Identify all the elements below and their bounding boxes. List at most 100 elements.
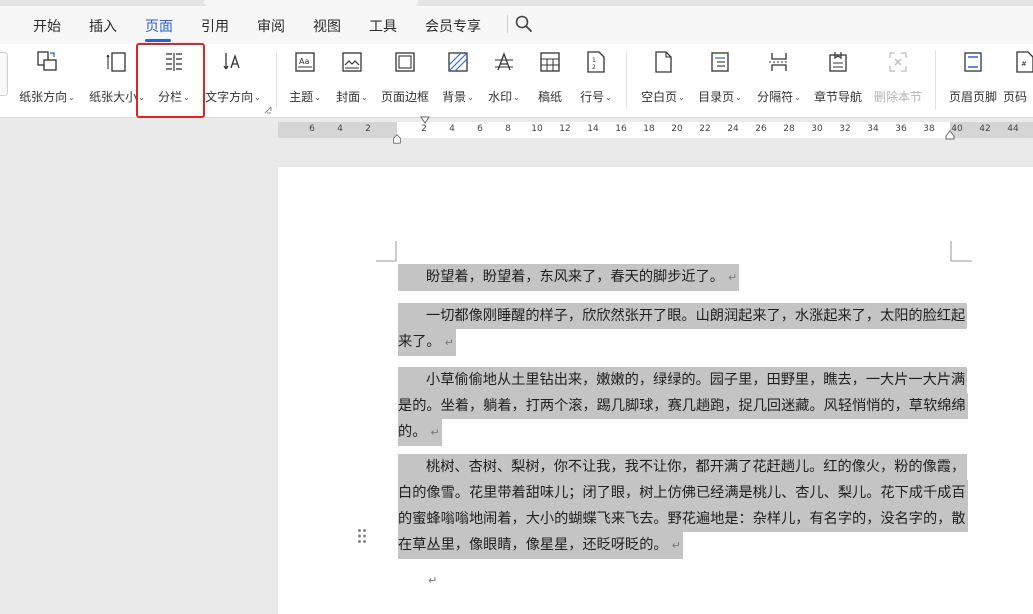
- ruler-number: 30: [811, 124, 823, 134]
- page-size-icon: [106, 52, 126, 72]
- svg-text:#: #: [1021, 60, 1027, 68]
- tab-insert[interactable]: 插入: [89, 16, 117, 36]
- section-nav-button[interactable]: 章节导航: [814, 50, 862, 110]
- text-direction-icon: [223, 53, 240, 70]
- page-number-icon: #: [1016, 51, 1033, 73]
- ruler-number: 42: [979, 124, 991, 134]
- paragraph[interactable]: 一切都像刚睡醒的样子，欣欣然张开了眼。山朗润起来了，水涨起来了，太阳的脸红起 来…: [398, 303, 968, 356]
- ribbon-divider: [935, 50, 936, 110]
- empty-paragraph[interactable]: ↵: [424, 567, 977, 593]
- ruler-number: 26: [755, 124, 767, 134]
- page-orientation-icon: [37, 51, 57, 71]
- cover-icon: [342, 52, 362, 72]
- text-line: 小草偷偷地从土里钻出来，嫩嫩的，绿绿的。园子里，田野里，瞧去，一大片一大片满: [398, 367, 968, 393]
- ruler-number: 2: [365, 124, 371, 134]
- watermark-icon: [495, 52, 513, 71]
- ruler-number: 34: [867, 124, 879, 134]
- active-tab-indicator: [145, 39, 171, 42]
- ruler-number: 36: [895, 124, 907, 134]
- paragraph[interactable]: 盼望着，盼望着，东风来了，春天的脚步近了。 ↵: [398, 264, 951, 291]
- margin-corner-mark: [376, 241, 397, 262]
- tab-references[interactable]: 引用: [201, 16, 229, 36]
- text-direction-button[interactable]: 文字方向⌄: [205, 50, 261, 110]
- tab-member[interactable]: 会员专享: [425, 16, 481, 36]
- ruler-number: 20: [671, 124, 683, 134]
- manuscript-button[interactable]: 稿纸: [538, 50, 562, 110]
- header-footer-icon: [964, 52, 982, 72]
- ruler-number: 4: [337, 124, 343, 134]
- right-indent-marker[interactable]: [945, 130, 955, 140]
- toc-page-icon: [711, 52, 729, 72]
- header-footer-button[interactable]: 页眉页脚: [949, 50, 997, 110]
- first-line-indent-marker[interactable]: [420, 116, 430, 126]
- tab-home[interactable]: 开始: [33, 16, 61, 36]
- margin-corner-mark: [950, 241, 972, 262]
- ruler-number: 14: [587, 124, 599, 134]
- ruler-number: 22: [699, 124, 711, 134]
- text-line: 是的。坐着，躺着，打两个滚，踢几脚球，赛几趟跑，捉几回迷藏。风轻悄悄的，草软绵绵: [398, 393, 968, 419]
- delete-section-icon: [889, 52, 907, 72]
- ruler-number: 28: [783, 124, 795, 134]
- tab-review[interactable]: 审阅: [257, 16, 285, 36]
- text-line: 一切都像刚睡醒的样子，欣欣然张开了眼。山朗润起来了，水涨起来了，太阳的脸红起: [398, 303, 968, 329]
- ruler-number: 16: [615, 124, 627, 134]
- page-border-button[interactable]: 页面边框: [381, 50, 429, 110]
- ruler-number: 18: [643, 124, 655, 134]
- menu-divider: [507, 15, 508, 33]
- blank-page-button[interactable]: 空白页⌄: [641, 50, 685, 110]
- ruler-number: 10: [531, 124, 543, 134]
- svg-text:Aa: Aa: [299, 57, 309, 66]
- theme-button[interactable]: Aa 主题⌄: [289, 50, 321, 110]
- page-orientation-button[interactable]: 纸张方向⌄: [19, 50, 75, 110]
- dialog-launcher-icon[interactable]: [264, 106, 272, 114]
- ruler-number: 12: [559, 124, 571, 134]
- delete-section-button[interactable]: 删除本节: [874, 50, 922, 110]
- text-line: 白的像雪。花里带着甜味儿；闭了眼，树上仿佛已经满是桃儿、杏儿、梨儿。花下成千成百: [398, 480, 968, 506]
- text-line: 盼望着，盼望着，东风来了，春天的脚步近了。 ↵: [398, 264, 740, 291]
- drag-handle-icon[interactable]: [357, 528, 367, 544]
- ribbon-divider: [626, 50, 627, 110]
- ruler-number: 4: [449, 124, 455, 134]
- text-line: 的。 ↵: [398, 419, 442, 446]
- line-number-button[interactable]: 1 2 行号⌄: [580, 50, 612, 110]
- paragraph-mark: ↵: [428, 574, 438, 587]
- toc-page-button[interactable]: 目录页⌄: [698, 50, 742, 110]
- ruler-number: 44: [1007, 124, 1019, 134]
- ruler-number: 38: [923, 124, 935, 134]
- paragraph[interactable]: 桃树、杏树、梨树，你不让我，我不让你，都开满了花赶趟儿。红的像火，粉的像霞， 白…: [398, 454, 968, 559]
- section-nav-icon: [829, 52, 847, 72]
- background-button[interactable]: 背景⌄: [442, 50, 474, 110]
- page-size-button[interactable]: 纸张大小⌄: [89, 50, 145, 110]
- ruler-number: 24: [727, 124, 739, 134]
- text-line: 在草丛里，像眼睛，像星星，还眨呀眨的。 ↵: [398, 532, 683, 559]
- ribbon-scroll-left[interactable]: [0, 52, 8, 96]
- separator-button[interactable]: 分隔符⌄: [757, 50, 801, 110]
- left-indent-marker[interactable]: [392, 134, 402, 144]
- tab-tools[interactable]: 工具: [369, 16, 397, 36]
- ruler-number: 6: [309, 124, 315, 134]
- page-border-icon: [395, 52, 415, 72]
- svg-text:1: 1: [592, 57, 596, 64]
- manuscript-icon: [540, 52, 560, 72]
- cover-button[interactable]: 封面⌄: [336, 50, 368, 110]
- svg-text:2: 2: [592, 64, 596, 71]
- tab-page[interactable]: 页面: [145, 16, 173, 36]
- background-icon: [448, 52, 468, 72]
- highlight-box-columns: [136, 43, 205, 118]
- ruler-number: 8: [505, 124, 511, 134]
- text-line: 桃树、杏树、梨树，你不让我，我不让你，都开满了花赶趟儿。红的像火，粉的像霞，: [398, 454, 968, 480]
- tab-view[interactable]: 视图: [313, 16, 341, 36]
- separator-icon: [769, 53, 789, 71]
- line-number-icon: 1 2: [587, 51, 605, 73]
- menu-bar: 开始 插入 页面 引用 审阅 视图 工具 会员专享: [0, 6, 1033, 44]
- text-line: 来了。 ↵: [398, 329, 456, 356]
- document-page[interactable]: 盼望着，盼望着，东风来了，春天的脚步近了。 ↵ 一切都像刚睡醒的样子，欣欣然张开了…: [278, 167, 1033, 614]
- search-icon[interactable]: [514, 14, 534, 34]
- blank-page-icon: [655, 51, 672, 73]
- paragraph[interactable]: 小草偷偷地从土里钻出来，嫩嫩的，绿绿的。园子里，田野里，瞧去，一大片一大片满 是…: [398, 367, 968, 446]
- ruler-number: 32: [839, 124, 851, 134]
- text-line: 的蜜蜂嗡嗡地闹着，大小的蝴蝶飞来飞去。野花遍地是：杂样儿，有名字的，没名字的，散: [398, 506, 968, 532]
- page-number-button[interactable]: # 页码: [1003, 50, 1033, 110]
- ruler-number: 6: [477, 124, 483, 134]
- watermark-button[interactable]: 水印⌄: [488, 50, 520, 110]
